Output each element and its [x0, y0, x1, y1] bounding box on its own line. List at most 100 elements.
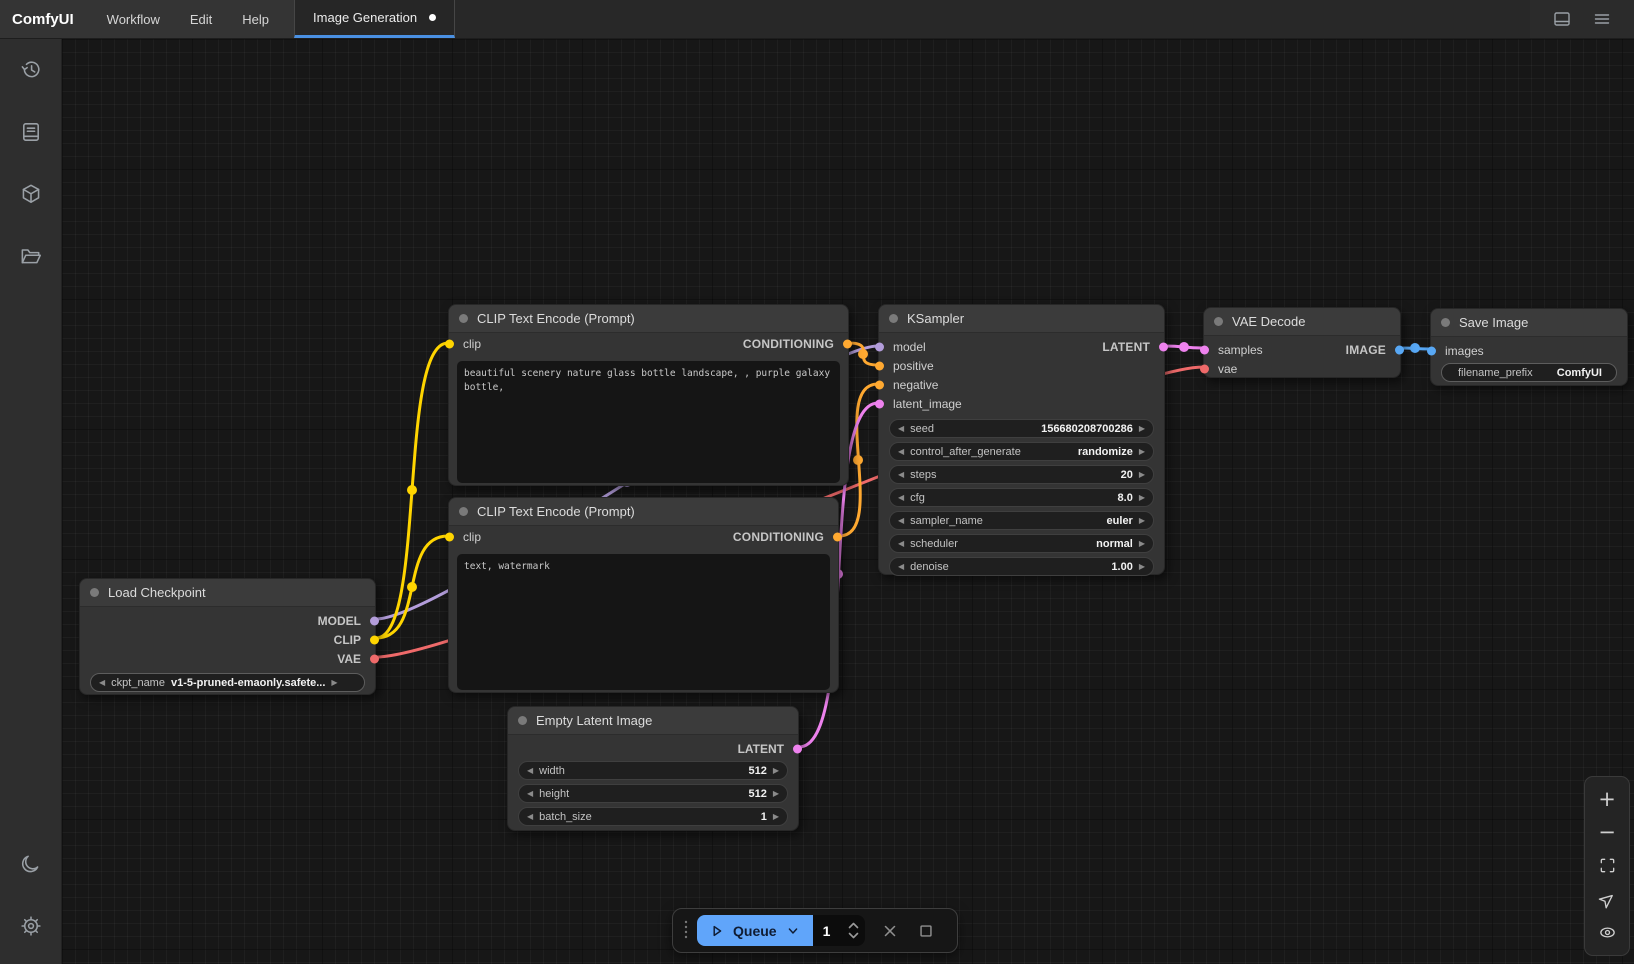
increment-arrow-icon[interactable]: ▶	[1139, 471, 1145, 479]
fit-view-button[interactable]	[1596, 855, 1618, 877]
decrement-arrow-icon[interactable]: ◀	[99, 679, 105, 687]
widget-control-after-generate[interactable]: ◀ control_after_generate randomize ▶	[889, 442, 1154, 461]
widget-ckpt-name[interactable]: ◀ ckpt_name v1-5-pruned-emaonly.safete..…	[90, 673, 365, 692]
input-dot-clip[interactable]	[445, 533, 454, 542]
hamburger-menu-icon[interactable]	[1592, 9, 1612, 29]
node-vae-decode[interactable]: VAE Decode samples IMAGE vae	[1203, 307, 1401, 378]
node-header[interactable]: Load Checkpoint	[80, 579, 375, 607]
tab-image-generation[interactable]: Image Generation	[294, 0, 455, 38]
zoom-in-button[interactable]: +	[1596, 789, 1618, 811]
toggle-link-visibility-button[interactable]	[1596, 921, 1618, 943]
batch-count-input[interactable]	[823, 923, 843, 939]
node-header[interactable]: Empty Latent Image	[508, 707, 798, 735]
node-header[interactable]: Save Image	[1431, 309, 1627, 337]
widget-denoise[interactable]: ◀ denoise 1.00 ▶	[889, 557, 1154, 576]
node-header[interactable]: KSampler	[879, 305, 1164, 333]
output-dot-vae[interactable]	[370, 654, 379, 663]
input-dot-model[interactable]	[875, 342, 884, 351]
node-load-checkpoint[interactable]: Load Checkpoint MODEL CLIP VAE ◀ ckpt_na…	[79, 578, 376, 695]
increment-arrow-icon[interactable]: ▶	[1139, 540, 1145, 548]
increment-arrow-icon[interactable]: ▶	[1139, 494, 1145, 502]
node-header[interactable]: CLIP Text Encode (Prompt)	[449, 498, 838, 526]
increment-arrow-icon[interactable]: ▶	[1139, 517, 1145, 525]
bottom-panel-toggle-icon[interactable]	[1552, 9, 1572, 29]
output-dot-conditioning[interactable]	[843, 340, 852, 349]
input-dot-vae[interactable]	[1200, 364, 1209, 373]
model-library-icon[interactable]	[19, 182, 43, 206]
node-clip-text-encode-positive[interactable]: CLIP Text Encode (Prompt) clip CONDITION…	[448, 304, 849, 486]
output-dot-conditioning[interactable]	[833, 533, 842, 542]
output-dot-image[interactable]	[1395, 345, 1404, 354]
decrement-arrow-icon[interactable]: ◀	[898, 540, 904, 548]
decrement-arrow-icon[interactable]: ◀	[527, 790, 533, 798]
stepper-up-icon[interactable]	[848, 922, 859, 929]
queue-button[interactable]: Queue	[697, 915, 813, 946]
workflows-folder-icon[interactable]	[19, 244, 43, 268]
node-header[interactable]: VAE Decode	[1204, 308, 1400, 336]
output-dot-model[interactable]	[370, 616, 379, 625]
cancel-x-icon[interactable]	[881, 922, 899, 940]
widget-scheduler[interactable]: ◀ scheduler normal ▶	[889, 534, 1154, 553]
widget-steps[interactable]: ◀ steps 20 ▶	[889, 465, 1154, 484]
decrement-arrow-icon[interactable]: ◀	[527, 767, 533, 775]
collapse-dot-icon[interactable]	[889, 314, 898, 323]
decrement-arrow-icon[interactable]: ◀	[898, 448, 904, 456]
chevron-down-icon[interactable]	[785, 923, 801, 939]
prompt-textarea[interactable]: text, watermark	[457, 554, 830, 690]
input-dot-samples[interactable]	[1200, 345, 1209, 354]
menu-workflow[interactable]: Workflow	[92, 12, 175, 27]
node-library-icon[interactable]	[19, 120, 43, 144]
widget-cfg[interactable]: ◀ cfg 8.0 ▶	[889, 488, 1154, 507]
menu-edit[interactable]: Edit	[175, 12, 227, 27]
queue-history-icon[interactable]	[19, 58, 43, 82]
input-dot-latent-image[interactable]	[875, 399, 884, 408]
increment-arrow-icon[interactable]: ▶	[1139, 425, 1145, 433]
collapse-dot-icon[interactable]	[459, 314, 468, 323]
increment-arrow-icon[interactable]: ▶	[773, 767, 779, 775]
decrement-arrow-icon[interactable]: ◀	[898, 471, 904, 479]
settings-gear-icon[interactable]	[19, 914, 43, 938]
increment-arrow-icon[interactable]: ▶	[1139, 563, 1145, 571]
output-dot-clip[interactable]	[370, 635, 379, 644]
stepper-down-icon[interactable]	[848, 932, 859, 939]
zoom-out-button[interactable]: −	[1596, 822, 1618, 844]
stop-square-icon[interactable]	[917, 922, 935, 940]
node-graph-canvas[interactable]	[62, 39, 1634, 964]
output-dot-latent[interactable]	[793, 744, 802, 753]
widget-batch-size[interactable]: ◀ batch_size 1 ▶	[518, 807, 788, 826]
node-ksampler[interactable]: KSampler model LATENT positive negative …	[878, 304, 1165, 575]
input-dot-images[interactable]	[1427, 346, 1436, 355]
collapse-dot-icon[interactable]	[459, 507, 468, 516]
collapse-dot-icon[interactable]	[1441, 318, 1450, 327]
node-clip-text-encode-negative[interactable]: CLIP Text Encode (Prompt) clip CONDITION…	[448, 497, 839, 693]
widget-width[interactable]: ◀ width 512 ▶	[518, 761, 788, 780]
decrement-arrow-icon[interactable]: ◀	[898, 494, 904, 502]
collapse-dot-icon[interactable]	[518, 716, 527, 725]
decrement-arrow-icon[interactable]: ◀	[898, 563, 904, 571]
theme-toggle-moon-icon[interactable]	[19, 852, 43, 876]
widget-filename-prefix[interactable]: filename_prefix ComfyUI	[1441, 363, 1617, 382]
drag-handle-icon[interactable]	[683, 919, 689, 943]
collapse-dot-icon[interactable]	[90, 588, 99, 597]
output-dot-latent[interactable]	[1159, 342, 1168, 351]
menu-help[interactable]: Help	[227, 12, 284, 27]
decrement-arrow-icon[interactable]: ◀	[898, 425, 904, 433]
select-mode-button[interactable]	[1596, 888, 1618, 910]
prompt-textarea[interactable]: beautiful scenery nature glass bottle la…	[457, 361, 840, 483]
increment-arrow-icon[interactable]: ▶	[331, 679, 337, 687]
decrement-arrow-icon[interactable]: ◀	[898, 517, 904, 525]
input-dot-positive[interactable]	[875, 361, 884, 370]
widget-seed[interactable]: ◀ seed 156680208700286 ▶	[889, 419, 1154, 438]
widget-sampler-name[interactable]: ◀ sampler_name euler ▶	[889, 511, 1154, 530]
widget-height[interactable]: ◀ height 512 ▶	[518, 784, 788, 803]
node-header[interactable]: CLIP Text Encode (Prompt)	[449, 305, 848, 333]
increment-arrow-icon[interactable]: ▶	[773, 790, 779, 798]
input-dot-clip[interactable]	[445, 340, 454, 349]
increment-arrow-icon[interactable]: ▶	[773, 813, 779, 821]
input-dot-negative[interactable]	[875, 380, 884, 389]
decrement-arrow-icon[interactable]: ◀	[527, 813, 533, 821]
node-empty-latent-image[interactable]: Empty Latent Image LATENT ◀ width 512 ▶ …	[507, 706, 799, 831]
node-save-image[interactable]: Save Image images filename_prefix ComfyU…	[1430, 308, 1628, 386]
increment-arrow-icon[interactable]: ▶	[1139, 448, 1145, 456]
collapse-dot-icon[interactable]	[1214, 317, 1223, 326]
